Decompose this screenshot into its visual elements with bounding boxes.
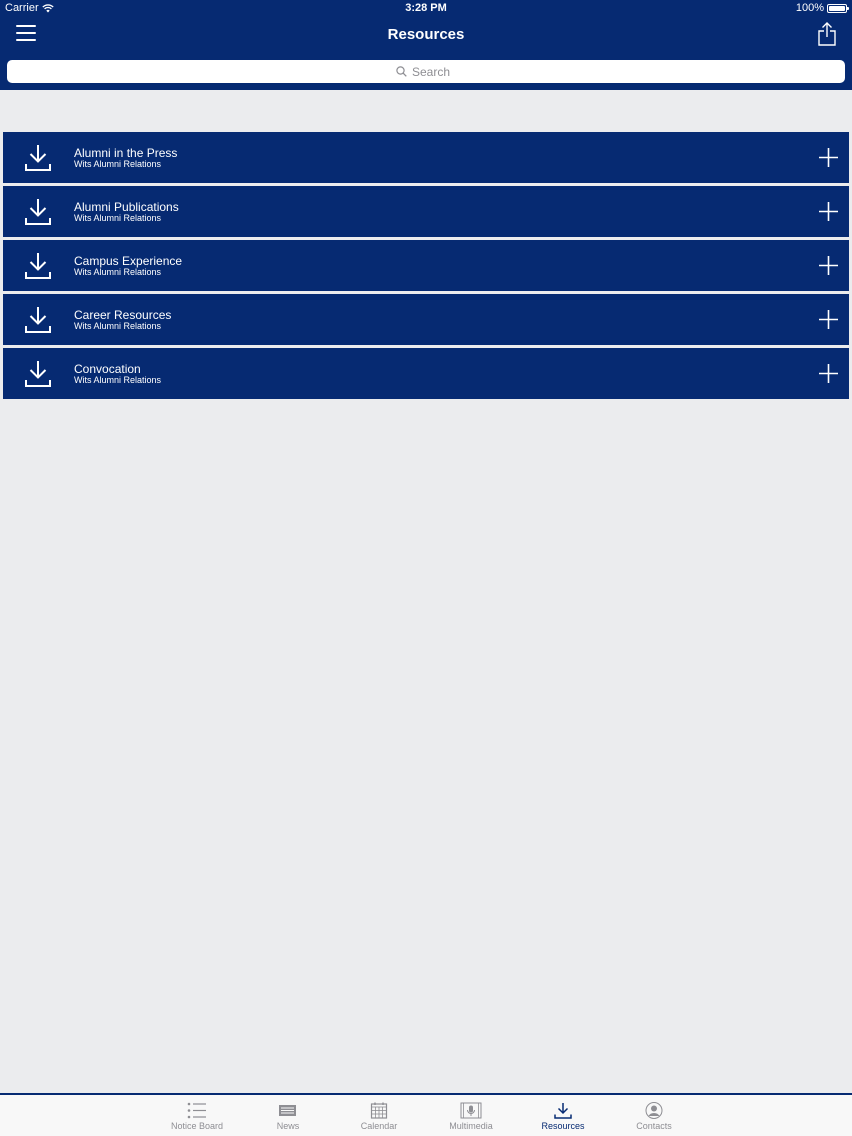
download-icon (25, 307, 51, 333)
resource-subtitle: Wits Alumni Relations (74, 375, 162, 385)
plus-icon[interactable] (819, 256, 838, 275)
tab-bar: Notice Board News Calendar Multimedia Re… (0, 1093, 852, 1136)
search-bar[interactable] (7, 60, 845, 83)
tab-label: News (276, 1121, 300, 1131)
battery-percent: 100% (795, 2, 824, 14)
plus-icon[interactable] (819, 310, 838, 329)
resource-subtitle: Wits Alumni Relations (74, 267, 162, 277)
tab-label: Notice Board (170, 1121, 224, 1131)
download-icon (25, 145, 51, 171)
tab-contacts[interactable]: Contacts (609, 1099, 699, 1135)
page-title: Resources (387, 26, 465, 43)
resource-row-convocation[interactable]: Convocation Wits Alumni Relations (3, 348, 849, 399)
resource-subtitle: Wits Alumni Relations (74, 213, 162, 223)
microphone-icon (460, 1102, 482, 1119)
calendar-icon (370, 1102, 388, 1119)
tab-label: Contacts (636, 1121, 672, 1131)
resource-subtitle: Wits Alumni Relations (74, 321, 162, 331)
search-icon (396, 66, 407, 77)
download-icon (554, 1103, 572, 1119)
resource-row-alumni-publications[interactable]: Alumni Publications Wits Alumni Relation… (3, 186, 849, 237)
download-icon (25, 361, 51, 387)
status-battery: 100% (795, 2, 849, 14)
tab-notice-board[interactable]: Notice Board (152, 1099, 242, 1135)
tab-calendar[interactable]: Calendar (334, 1099, 424, 1135)
tab-label: Calendar (360, 1121, 398, 1131)
app-screen: Carrier 3:28 PM 100% Resources Search Al… (0, 0, 852, 1136)
tab-multimedia[interactable]: Multimedia (426, 1099, 516, 1135)
list-icon (187, 1102, 206, 1119)
plus-icon[interactable] (819, 202, 838, 221)
tab-news[interactable]: News (243, 1099, 333, 1135)
status-bar: Carrier 3:28 PM 100% (0, 0, 852, 17)
tab-label: Resources (541, 1121, 585, 1131)
person-icon (645, 1102, 663, 1119)
resource-title: Convocation (74, 362, 141, 376)
resource-title: Campus Experience (74, 254, 183, 268)
resource-subtitle: Wits Alumni Relations (74, 159, 162, 169)
battery-icon (827, 3, 849, 13)
share-icon[interactable] (818, 22, 836, 46)
plus-icon[interactable] (819, 364, 838, 383)
plus-icon[interactable] (819, 148, 838, 167)
resource-title: Career Resources (74, 308, 172, 322)
resource-title: Alumni in the Press (74, 146, 178, 160)
download-icon (25, 253, 51, 279)
resource-title: Alumni Publications (74, 200, 179, 214)
resource-list: Alumni in the Press Wits Alumni Relation… (3, 132, 849, 402)
tab-resources[interactable]: Resources (518, 1099, 608, 1135)
status-time: 3:28 PM (405, 2, 447, 14)
header-bar: Carrier 3:28 PM 100% Resources (0, 0, 852, 90)
resource-row-campus-experience[interactable]: Campus Experience Wits Alumni Relations (3, 240, 849, 291)
resource-row-career-resources[interactable]: Career Resources Wits Alumni Relations (3, 294, 849, 345)
tab-label: Multimedia (449, 1121, 493, 1131)
search-input[interactable] (412, 64, 456, 79)
newspaper-icon (279, 1105, 296, 1116)
resource-row-alumni-in-the-press[interactable]: Alumni in the Press Wits Alumni Relation… (3, 132, 849, 183)
download-icon (25, 199, 51, 225)
